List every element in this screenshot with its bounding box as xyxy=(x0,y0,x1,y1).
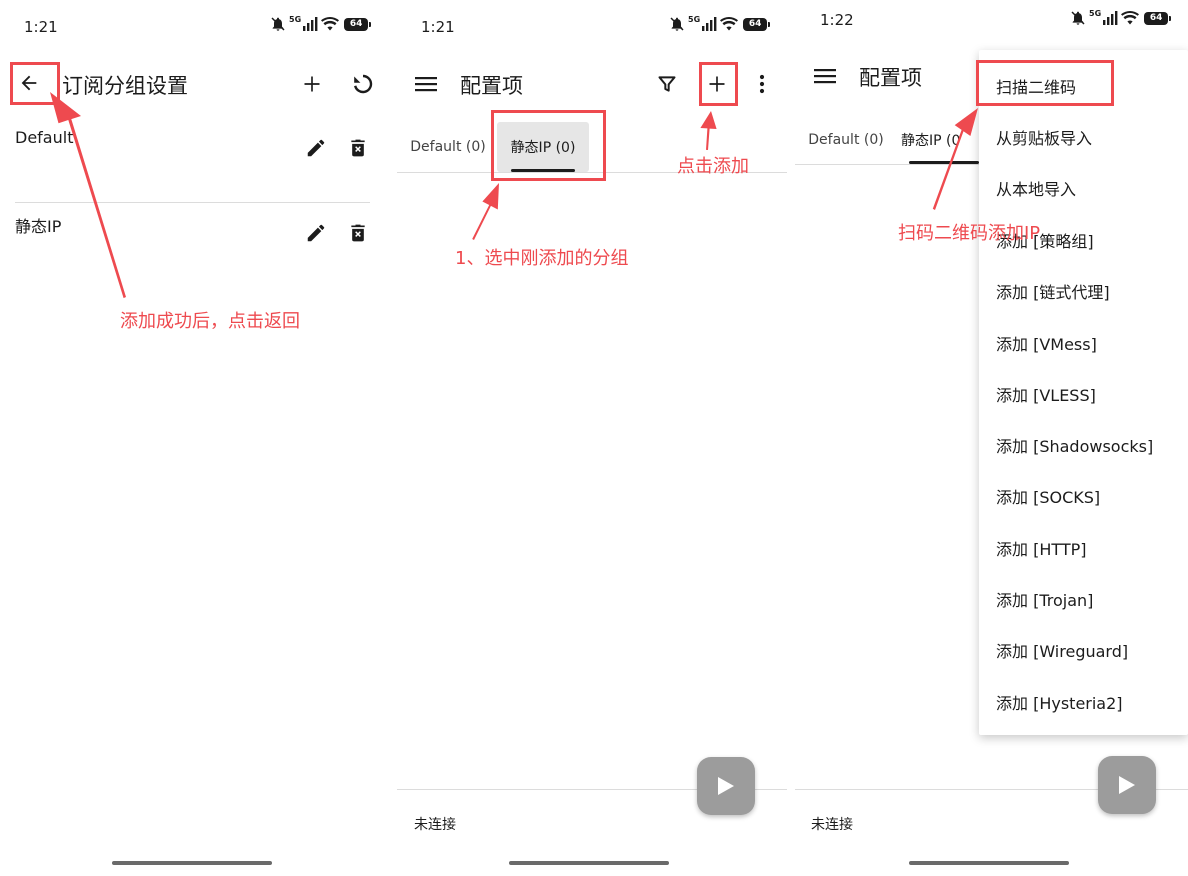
annotation-arrows xyxy=(50,92,978,299)
red-arrow xyxy=(50,92,126,299)
red-arrow xyxy=(700,111,717,150)
red-arrow xyxy=(472,183,499,240)
red-arrow xyxy=(932,108,978,210)
